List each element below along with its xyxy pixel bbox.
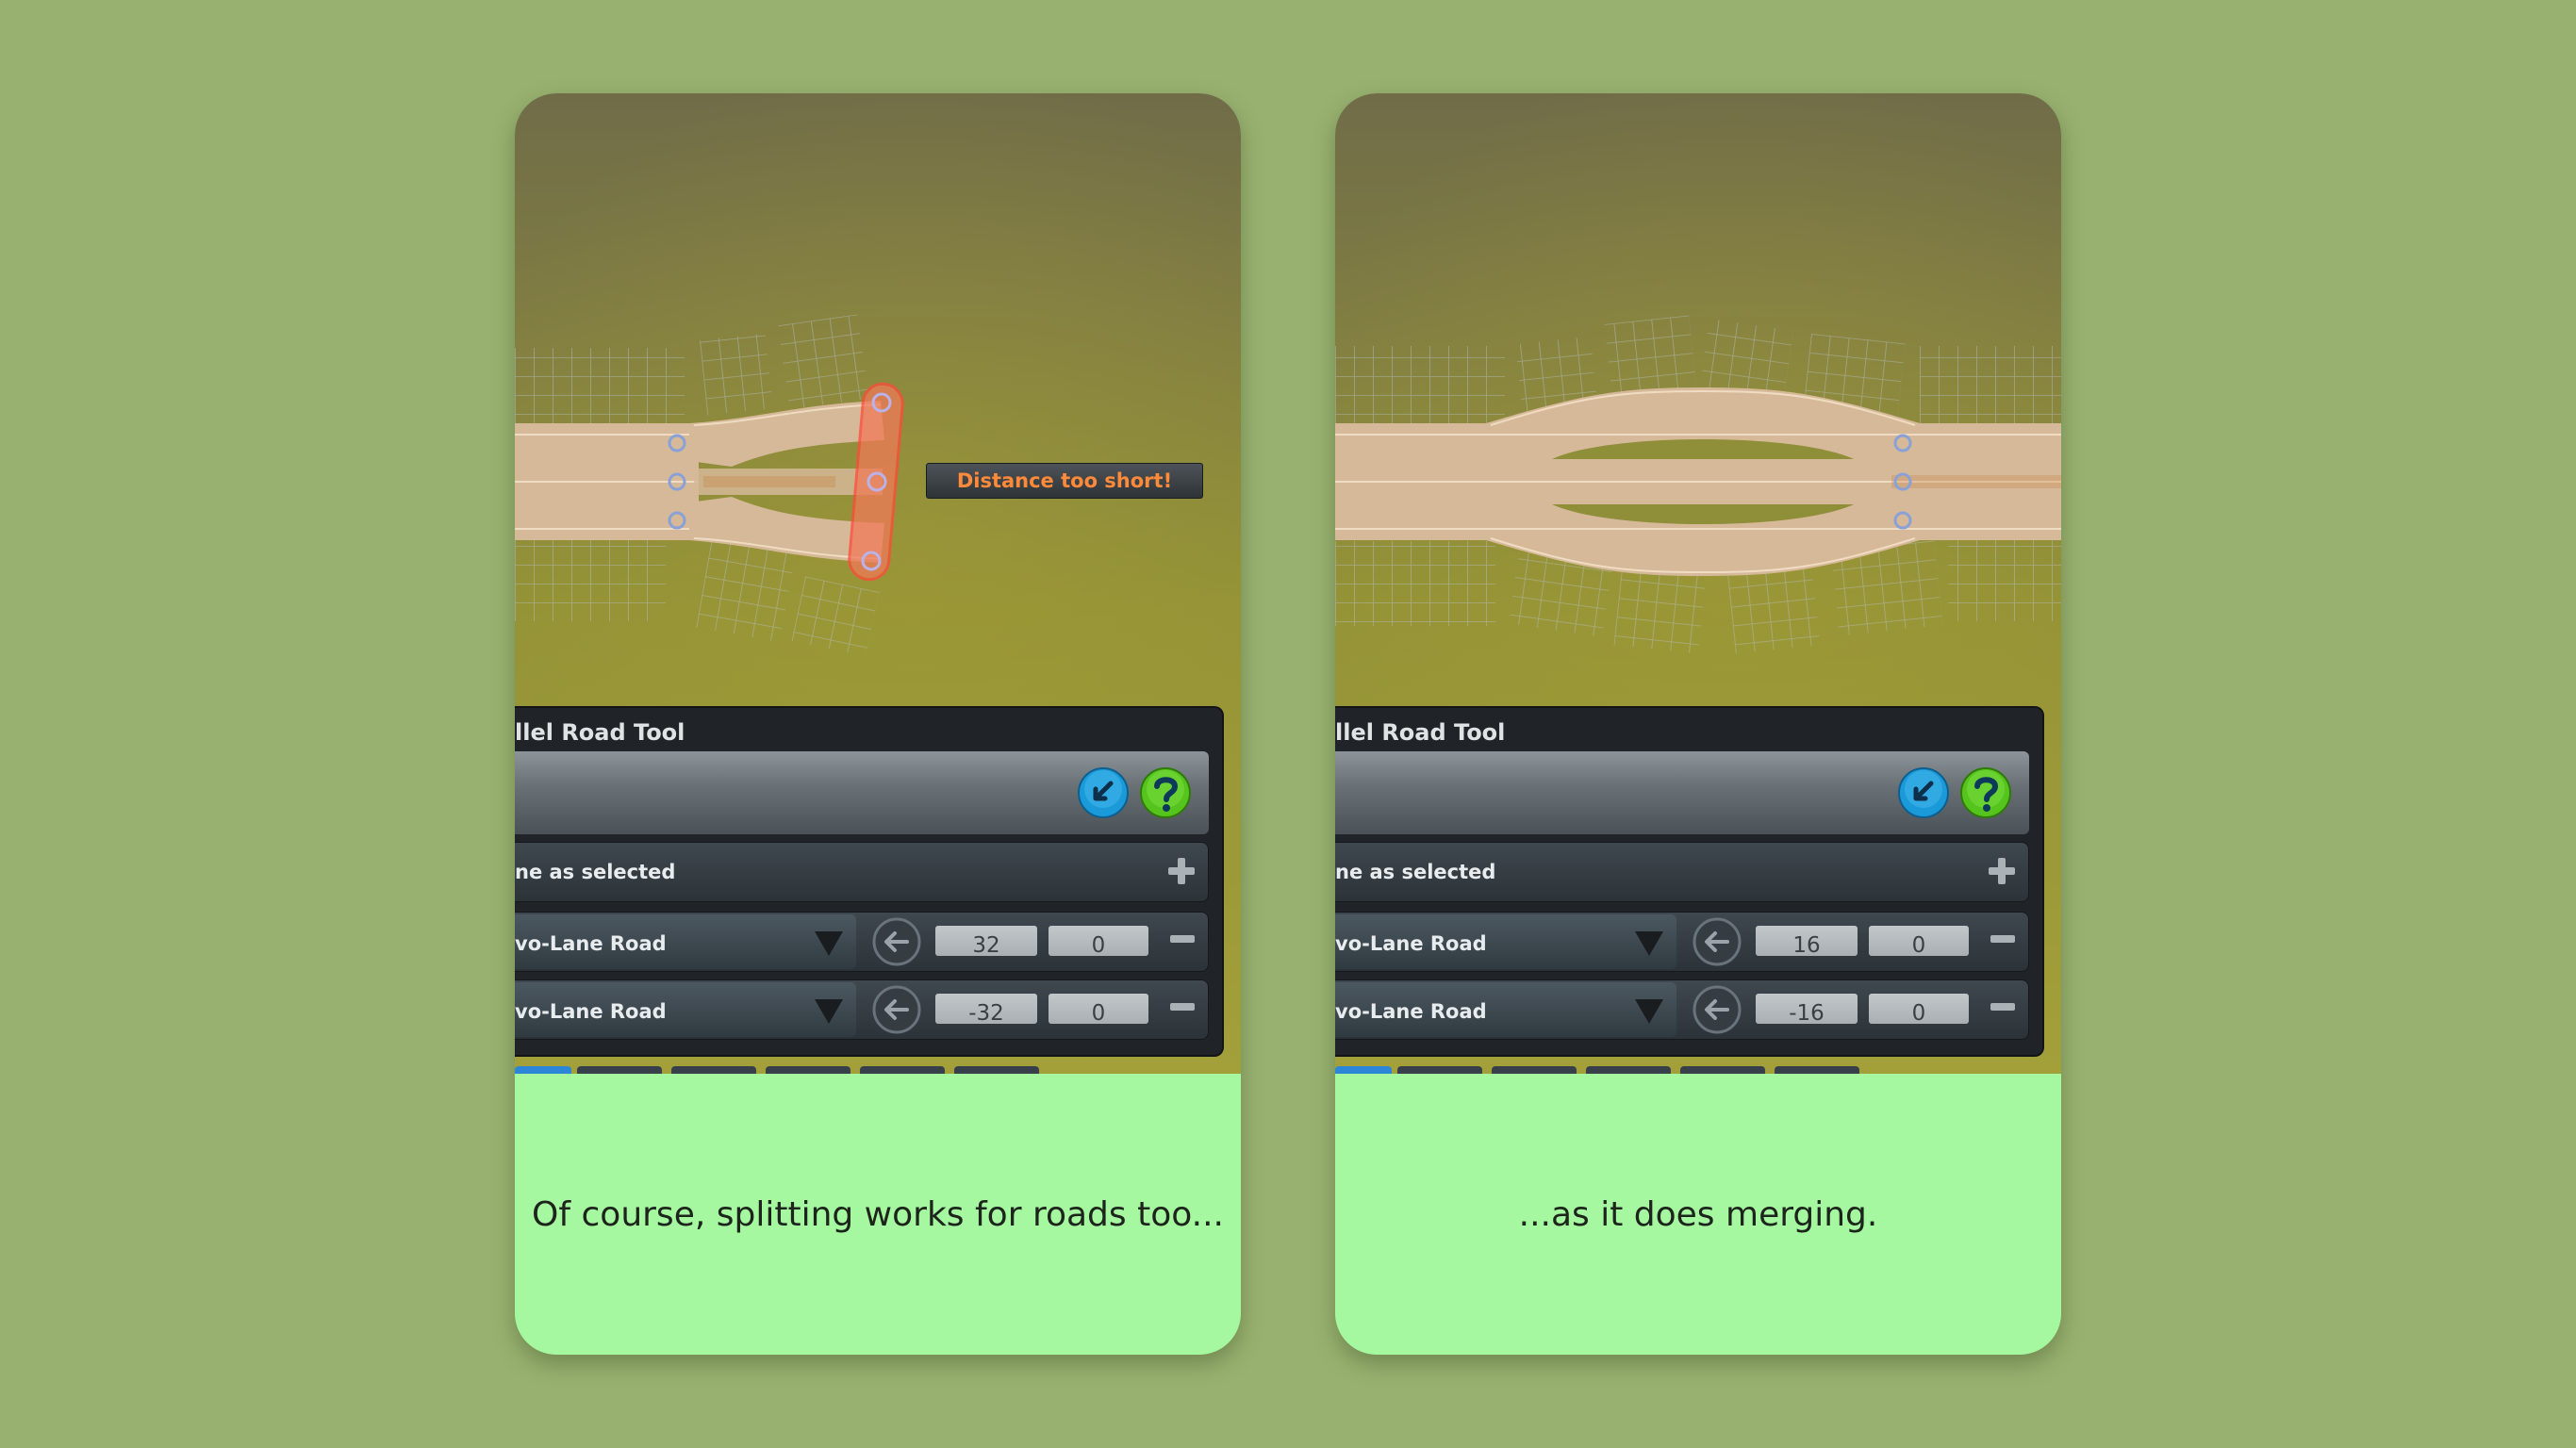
road-row: vo-Lane Road -16 0 <box>1335 979 2029 1040</box>
reverse-road-button[interactable] <box>871 916 922 967</box>
road-row: vo-Lane Road 16 0 <box>1335 912 2029 972</box>
road-type-label: vo-Lane Road <box>515 932 667 955</box>
reverse-direction-button[interactable] <box>1077 766 1130 819</box>
vertical-offset-field[interactable]: 0 <box>1869 926 1969 956</box>
question-mark-icon <box>1140 767 1191 818</box>
toolbar-tabs <box>515 1064 1241 1074</box>
road-row: vo-Lane Road -32 0 <box>515 979 1209 1040</box>
reverse-road-button[interactable] <box>871 984 922 1035</box>
same-as-selected-label: ne as selected <box>1335 861 1496 883</box>
reverse-road-button[interactable] <box>1692 916 1742 967</box>
reverse-direction-icon <box>1078 767 1129 818</box>
same-as-selected-row[interactable]: ne as selected <box>1335 842 2029 902</box>
same-as-selected-label: ne as selected <box>515 861 676 883</box>
toolbar-tab[interactable] <box>1335 1066 1392 1074</box>
triangle-down-icon <box>815 999 843 1024</box>
road-type-dropdown[interactable]: vo-Lane Road <box>515 914 856 969</box>
toolbar-tab[interactable] <box>577 1066 662 1074</box>
help-button[interactable] <box>1959 766 2012 819</box>
panel-title: llel Road Tool <box>515 719 685 746</box>
remove-road-button[interactable] <box>1990 1003 2015 1011</box>
triangle-down-icon <box>815 931 843 956</box>
screenshot-card-merge: llel Road Tool ne as selected vo-Lane Ro… <box>1335 93 2061 1355</box>
toolbar-tab[interactable] <box>860 1066 945 1074</box>
game-viewport[interactable]: llel Road Tool ne as selected vo-Lane Ro… <box>1335 93 2061 1074</box>
horizontal-offset-field[interactable]: -32 <box>935 994 1037 1024</box>
left-arrow-icon <box>1693 985 1742 1034</box>
toolbar-tab[interactable] <box>1586 1066 1671 1074</box>
toolbar-tab[interactable] <box>515 1066 571 1074</box>
road-type-dropdown[interactable]: vo-Lane Road <box>515 982 856 1037</box>
card-caption: Of course, splitting works for roads too… <box>532 1194 1224 1234</box>
road-row: vo-Lane Road 32 0 <box>515 912 1209 972</box>
road-scene <box>1335 315 2061 654</box>
road-type-label: vo-Lane Road <box>1335 1000 1487 1023</box>
left-arrow-icon <box>872 985 921 1034</box>
toolbar-tab[interactable] <box>766 1066 850 1074</box>
parallel-road-tool-panel: llel Road Tool ne as selected vo-Lane Ro… <box>515 706 1224 1057</box>
panel-toolbar <box>1335 751 2029 834</box>
reverse-direction-icon <box>1898 767 1949 818</box>
toolbar-tab[interactable] <box>1492 1066 1577 1074</box>
add-road-button[interactable] <box>1987 856 2017 886</box>
vertical-offset-field[interactable]: 0 <box>1049 926 1148 956</box>
reverse-direction-button[interactable] <box>1897 766 1950 819</box>
toolbar-tabs <box>1335 1064 2061 1074</box>
toolbar-tab[interactable] <box>954 1066 1039 1074</box>
toolbar-tab[interactable] <box>1775 1066 1859 1074</box>
vertical-offset-field[interactable]: 0 <box>1869 994 1969 1024</box>
vertical-offset-field[interactable]: 0 <box>1049 994 1148 1024</box>
screenshot-card-split: Distance too short! llel Road Tool ne as… <box>515 93 1241 1355</box>
remove-road-button[interactable] <box>1170 935 1195 943</box>
distance-warning-tooltip: Distance too short! <box>926 463 1203 499</box>
parallel-road-tool-panel: llel Road Tool ne as selected vo-Lane Ro… <box>1335 706 2044 1057</box>
road-type-dropdown[interactable]: vo-Lane Road <box>1335 982 1676 1037</box>
panel-title: llel Road Tool <box>1335 719 1506 746</box>
remove-road-button[interactable] <box>1170 1003 1195 1011</box>
road-type-dropdown[interactable]: vo-Lane Road <box>1335 914 1676 969</box>
add-road-button[interactable] <box>1166 856 1197 886</box>
panel-toolbar <box>515 751 1209 834</box>
left-arrow-icon <box>872 917 921 966</box>
question-mark-icon <box>1960 767 2011 818</box>
road-scene <box>515 314 904 657</box>
card-caption: ...as it does merging. <box>1518 1194 1878 1234</box>
horizontal-offset-field[interactable]: -16 <box>1756 994 1858 1024</box>
same-as-selected-row[interactable]: ne as selected <box>515 842 1209 902</box>
triangle-down-icon <box>1635 931 1663 956</box>
reverse-road-button[interactable] <box>1692 984 1742 1035</box>
toolbar-tab[interactable] <box>1397 1066 1482 1074</box>
road-type-label: vo-Lane Road <box>515 1000 667 1023</box>
game-viewport[interactable]: Distance too short! llel Road Tool ne as… <box>515 93 1241 1074</box>
left-arrow-icon <box>1693 917 1742 966</box>
road-type-label: vo-Lane Road <box>1335 932 1487 955</box>
remove-road-button[interactable] <box>1990 935 2015 943</box>
toolbar-tab[interactable] <box>1680 1066 1765 1074</box>
triangle-down-icon <box>1635 999 1663 1024</box>
horizontal-offset-field[interactable]: 32 <box>935 926 1037 956</box>
toolbar-tab[interactable] <box>671 1066 756 1074</box>
road-network <box>515 401 884 563</box>
horizontal-offset-field[interactable]: 16 <box>1756 926 1858 956</box>
help-button[interactable] <box>1139 766 1192 819</box>
